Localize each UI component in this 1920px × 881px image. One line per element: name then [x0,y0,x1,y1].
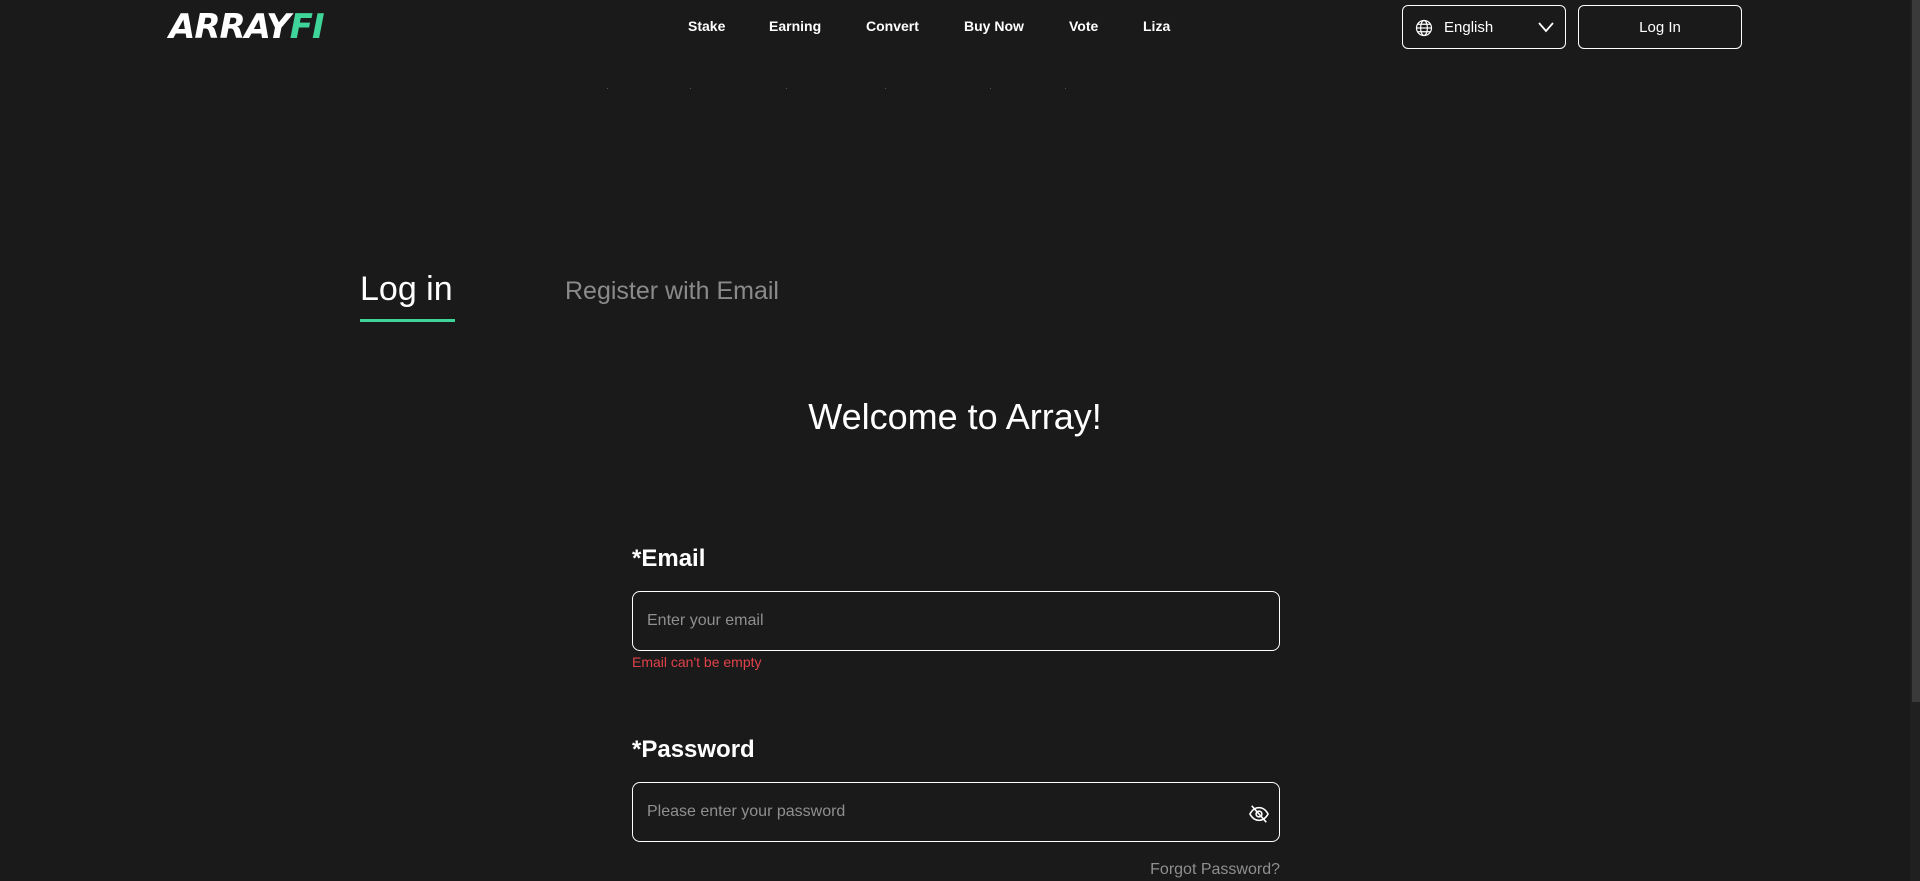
nav-divider-dot [1065,88,1066,89]
tab-login[interactable]: Log in [360,270,453,309]
arrayfi-logo[interactable]: ARRAY FI [169,7,325,47]
nav-divider-dot [885,88,886,89]
nav-item-earning[interactable]: Earning [769,18,821,34]
language-selected-label: English [1444,19,1494,36]
nav-divider-dot [607,88,608,89]
nav-item-buy-now[interactable]: Buy Now [964,18,1024,34]
nav-item-stake[interactable]: Stake [688,18,725,34]
email-label: *Email [632,545,706,572]
forgot-password-link[interactable]: Forgot Password? [1100,861,1280,879]
tab-register-with-email[interactable]: Register with Email [565,277,779,306]
email-field-box [632,591,1280,651]
nav-divider-dot [690,88,691,89]
password-field-box [632,782,1280,842]
email-error-message: Email can't be empty [632,654,762,670]
nav-divider-dot [786,88,787,89]
chevron-down-icon [1538,22,1554,33]
nav-item-liza[interactable]: Liza [1143,18,1170,34]
password-input[interactable] [647,783,1207,841]
active-tab-underline [360,319,455,322]
welcome-heading: Welcome to Array! [808,396,1102,437]
email-input[interactable] [647,592,1207,650]
page-scrollbar-thumb[interactable] [1912,0,1920,702]
header-login-button[interactable]: Log In [1578,5,1742,49]
logo-text-array: ARRAY [169,7,291,47]
nav-divider-dot [990,88,991,89]
top-header: ARRAY FI Stake Earning Convert Buy Now Vo… [0,0,1920,56]
nav-item-convert[interactable]: Convert [866,18,919,34]
logo-text-fi: FI [289,7,325,47]
nav-item-vote[interactable]: Vote [1069,18,1098,34]
language-selector[interactable]: English [1402,5,1566,49]
eye-off-icon[interactable] [1248,804,1270,824]
password-label: *Password [632,736,755,763]
globe-icon [1415,19,1433,37]
